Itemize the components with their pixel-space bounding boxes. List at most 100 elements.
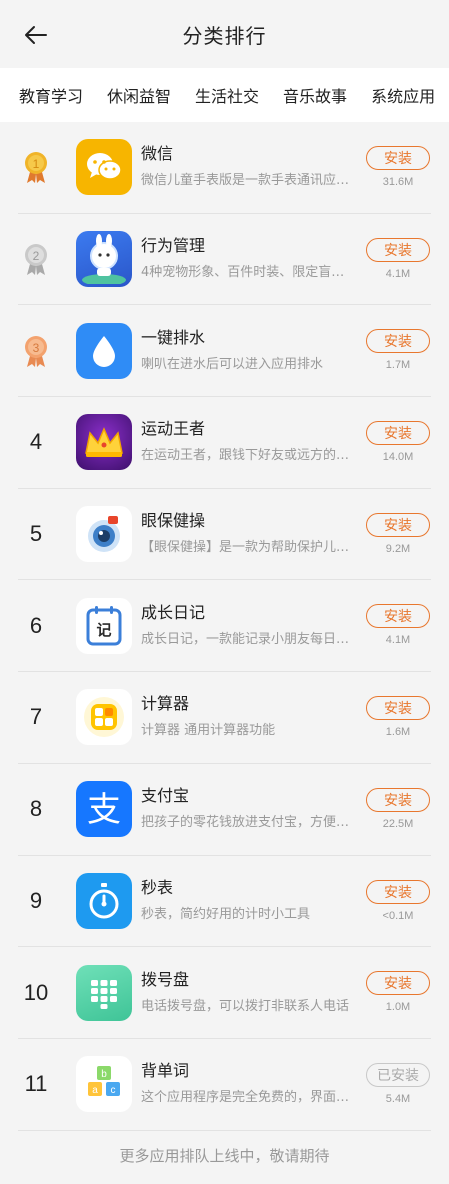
alipay-icon: 支 (76, 781, 132, 838)
list-item[interactable]: 5 眼保健操 【眼保健操】是一款为帮助保护儿… 安装 9.2M (18, 489, 431, 581)
list-item[interactable]: 9 秒表 秒表，简约好用的计时小工具 安装 <0.1M (18, 856, 431, 948)
app-size: <0.1M (382, 909, 414, 922)
app-size: 5.4M (385, 1092, 411, 1105)
rank-badge: 10 (18, 980, 54, 1006)
category-tabs: 教育学习 休闲益智 生活社交 音乐故事 系统应用 (0, 68, 449, 122)
rank-badge: 11 (18, 1071, 54, 1097)
app-description: 4种宠物形象、百件时装、限定盲… (141, 265, 345, 281)
app-description: 【眼保健操】是一款为帮助保护儿… (141, 540, 350, 556)
rank-badge: 6 (18, 613, 54, 639)
tab-education[interactable]: 教育学习 (0, 83, 95, 107)
wechat-icon (76, 139, 132, 196)
install-button[interactable]: 安装 (366, 512, 430, 537)
bronze-medal-icon: 3 (25, 335, 47, 367)
app-size: 9.2M (385, 542, 411, 555)
install-button[interactable]: 安装 (366, 696, 430, 721)
list-item[interactable]: 4 运动王者 在运动王者，跟钱下好友或远方的… 安装 14.0M (18, 397, 431, 489)
app-name: 微信 (141, 144, 174, 164)
tab-puzzle[interactable]: 休闲益智 (95, 83, 183, 107)
app-size: 4.1M (385, 634, 411, 647)
app-size: 31.6M (382, 176, 414, 188)
installed-button[interactable]: 已安装 (366, 1062, 430, 1087)
rank-number: 4 (29, 429, 43, 455)
silver-medal-icon: 2 (25, 244, 47, 276)
list-item[interactable]: 7 计算器 计算器 通用计算器功能 安装 1.6M (18, 672, 431, 764)
app-description: 喇叭在进水后可以进入应用排水 (141, 356, 324, 372)
tab-social[interactable]: 生活社交 (183, 83, 271, 107)
app-size: 1.7M (385, 359, 411, 372)
header: 分类排行 (0, 0, 449, 68)
rank-badge: 9 (18, 888, 54, 914)
gold-medal-icon: 1 (25, 152, 47, 184)
install-button[interactable]: 安装 (366, 879, 430, 904)
install-button[interactable]: 安装 (366, 237, 430, 262)
install-button[interactable]: 安装 (366, 787, 430, 812)
rank-badge: 7 (18, 704, 54, 730)
app-description: 微信儿童手表版是一款手表通讯应… (141, 173, 350, 189)
app-description: 这个应用程序是完全免费的，界面… (141, 1090, 350, 1106)
svg-text:c: c (111, 1085, 116, 1096)
app-name: 计算器 (141, 694, 190, 714)
app-size: 22.5M (382, 817, 414, 830)
rank-badge: 2 (18, 242, 54, 276)
calculator-icon (76, 689, 132, 746)
rank-badge: 4 (18, 429, 54, 455)
app-name: 支付宝 (141, 786, 190, 806)
svg-text:2: 2 (33, 249, 40, 263)
svg-text:支: 支 (87, 790, 121, 830)
app-name: 行为管理 (141, 236, 206, 256)
stopwatch-icon (76, 872, 132, 929)
list-item[interactable]: 2 行为管理 4种宠物形象、百件时装、限定盲… 安装 4.1M (18, 214, 431, 306)
app-size: 14.0M (382, 451, 414, 464)
app-name: 眼保健操 (141, 511, 206, 531)
water-drop-icon (76, 322, 132, 379)
install-button[interactable]: 安装 (366, 421, 430, 446)
app-name: 背单词 (141, 1061, 190, 1081)
back-button[interactable] (20, 20, 52, 50)
install-button[interactable]: 安装 (366, 329, 430, 354)
page-title: 分类排行 (182, 23, 267, 48)
rank-number: 5 (29, 521, 43, 547)
app-size: 1.6M (385, 726, 411, 739)
rank-number: 7 (29, 704, 43, 730)
eye-icon (76, 506, 132, 563)
list-item[interactable]: 11 b a c 背单词 这个应用程序是完全免费的，界面… 已安装 5.4M (18, 1039, 431, 1131)
tab-system[interactable]: 系统应用 (359, 83, 447, 107)
rank-number: 11 (24, 1071, 48, 1097)
list-item[interactable]: 10 拨号盘 电话拨号盘，可以拨打非联系人电话 安装 1.0M (18, 947, 431, 1039)
app-description: 在运动王者，跟钱下好友或远方的… (141, 448, 350, 464)
app-name: 拨号盘 (141, 969, 190, 989)
tab-music-story[interactable]: 音乐故事 (271, 83, 359, 107)
rank-number: 8 (29, 796, 43, 822)
app-size: 1.0M (385, 1001, 411, 1014)
app-name: 成长日记 (141, 602, 206, 622)
rank-badge: 5 (18, 521, 54, 547)
install-button[interactable]: 安装 (366, 146, 430, 170)
list-item[interactable]: 3 一键排水 喇叭在进水后可以进入应用排水 安装 1.7M (18, 305, 431, 398)
svg-text:记: 记 (96, 621, 111, 639)
rank-number: 9 (29, 887, 43, 913)
ranking-list: 1 微信 微信儿童手表版是一款手表通讯应… 安装 31.6M 2 行为管理 4种… (0, 122, 449, 1131)
astronaut-rabbit-icon (76, 231, 132, 288)
svg-text:a: a (92, 1085, 98, 1096)
app-name: 一键排水 (141, 327, 206, 347)
abc-blocks-icon: b a c (76, 1056, 132, 1113)
rank-badge: 8 (18, 796, 54, 822)
list-item[interactable]: 6 记 成长日记 成长日记，一款能记录小朋友每日… 安装 4.1M (18, 580, 431, 673)
list-item[interactable]: 8 支 支付宝 把孩子的零花钱放进支付宝，方便… 安装 22.5M (18, 764, 431, 856)
diary-icon: 记 (76, 597, 132, 654)
app-size: 4.1M (385, 267, 411, 280)
list-item[interactable]: 1 微信 微信儿童手表版是一款手表通讯应… 安装 31.6M (18, 122, 431, 214)
app-name: 运动王者 (141, 419, 206, 439)
arrow-left-icon (25, 26, 47, 44)
svg-text:1: 1 (33, 157, 40, 171)
rank-number: 6 (29, 612, 43, 638)
footer-text: 更多应用排队上线中，敬请期待 (119, 1146, 330, 1165)
rank-badge: 1 (18, 150, 54, 184)
install-button[interactable]: 安装 (366, 604, 430, 629)
rank-number: 10 (23, 979, 49, 1005)
app-description: 电话拨号盘，可以拨打非联系人电话 (141, 998, 350, 1014)
app-description: 秒表，简约好用的计时小工具 (141, 906, 311, 922)
app-description: 成长日记，一款能记录小朋友每日… (141, 631, 350, 647)
install-button[interactable]: 安装 (366, 971, 430, 996)
